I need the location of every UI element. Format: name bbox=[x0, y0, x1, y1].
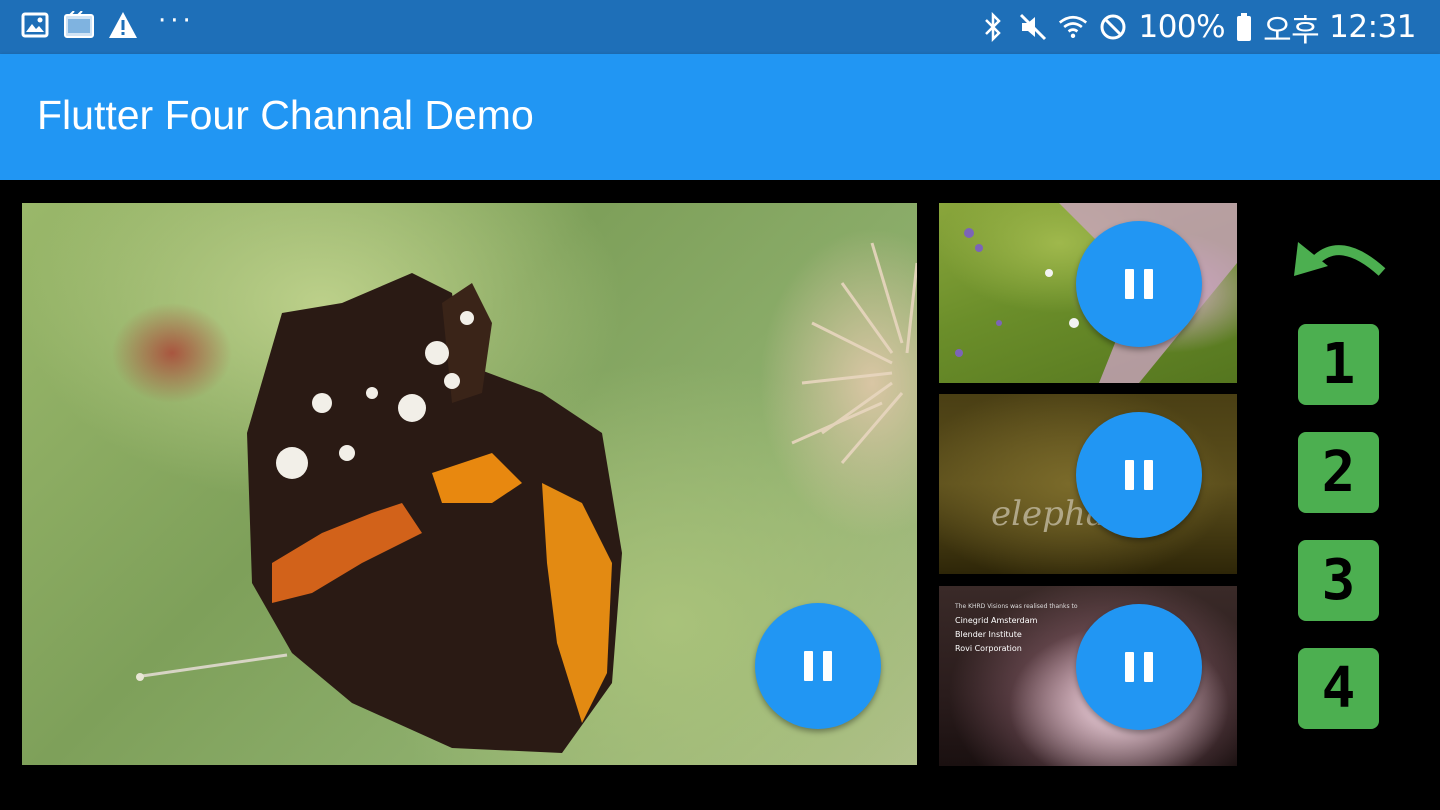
mute-icon bbox=[1018, 12, 1048, 42]
battery-percent: 100% bbox=[1138, 9, 1226, 45]
no-signal-icon bbox=[1098, 12, 1128, 42]
channel-1-button[interactable]: 1 bbox=[1298, 324, 1379, 405]
channel-3-video[interactable]: elephants bbox=[939, 394, 1237, 574]
channel-3-button[interactable]: 3 bbox=[1298, 540, 1379, 621]
channel-2-button[interactable]: 2 bbox=[1298, 432, 1379, 513]
status-bar: ··· 100% 오후 12:31 bbox=[0, 0, 1440, 54]
bluetooth-icon bbox=[978, 12, 1008, 42]
channel-4-video[interactable]: The KHRD Visions was realised thanks to … bbox=[939, 586, 1237, 766]
channel-2-video[interactable] bbox=[939, 203, 1237, 383]
credits-line-3: Rovi Corporation bbox=[955, 644, 1022, 653]
image-icon bbox=[20, 10, 50, 40]
video-credits: The KHRD Visions was realised thanks to … bbox=[955, 600, 1078, 656]
app-bar: Flutter Four Channal Demo bbox=[0, 54, 1440, 180]
app-title: Flutter Four Channal Demo bbox=[37, 92, 534, 138]
pause-icon bbox=[804, 651, 813, 681]
wifi-icon bbox=[1058, 12, 1088, 42]
credits-line-2: Blender Institute bbox=[955, 630, 1022, 639]
status-left: ··· bbox=[20, 6, 195, 40]
screen-cast-icon bbox=[64, 10, 94, 40]
channel-4-pause-button[interactable] bbox=[1076, 604, 1202, 730]
warning-icon bbox=[108, 10, 138, 40]
undo-icon[interactable] bbox=[1292, 232, 1388, 282]
clock: 12:31 bbox=[1329, 9, 1416, 45]
more-indicator: ··· bbox=[158, 6, 195, 36]
main-video-player[interactable] bbox=[22, 203, 917, 765]
pause-icon bbox=[1125, 652, 1134, 682]
main-pause-button[interactable] bbox=[755, 603, 881, 729]
pause-icon bbox=[1125, 269, 1134, 299]
channel-2-pause-button[interactable] bbox=[1076, 221, 1202, 347]
time-ampm: 오후 bbox=[1263, 12, 1320, 49]
channel-3-pause-button[interactable] bbox=[1076, 412, 1202, 538]
credits-line-1: Cinegrid Amsterdam bbox=[955, 616, 1038, 625]
status-right: 100% 오후 12:31 bbox=[978, 8, 1416, 49]
channel-4-button[interactable]: 4 bbox=[1298, 648, 1379, 729]
credits-line-0: The KHRD Visions was realised thanks to bbox=[955, 603, 1078, 610]
pause-icon bbox=[1125, 460, 1134, 490]
battery-icon bbox=[1235, 12, 1253, 42]
